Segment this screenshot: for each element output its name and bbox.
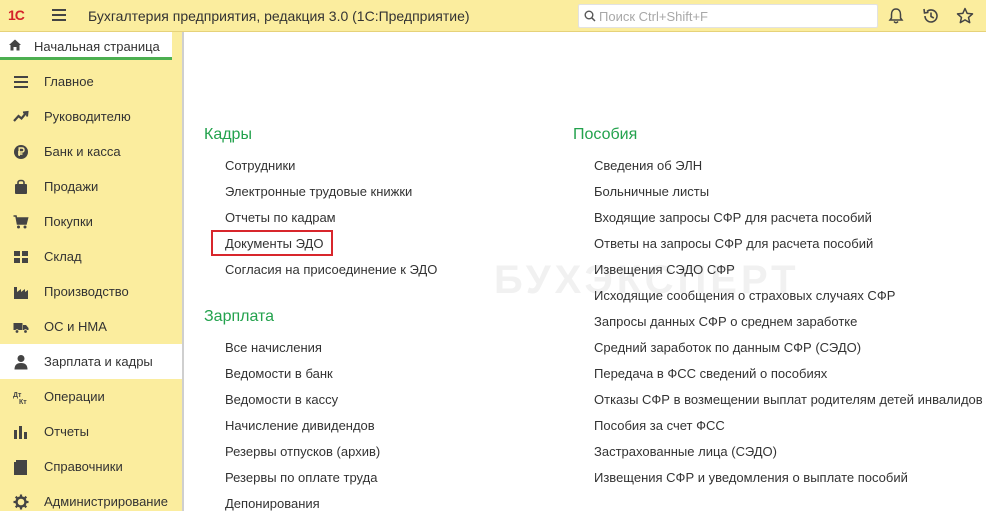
- sidebar-item-fixed-assets[interactable]: ОС и НМА: [0, 309, 182, 344]
- sidebar-item-director[interactable]: Руководителю: [0, 99, 182, 134]
- ruble-icon: [14, 145, 28, 159]
- main-content: БУХЭКСПЕРТ Кадры Сотрудники Электронные …: [184, 32, 986, 511]
- link-bank-statements[interactable]: Ведомости в банк: [225, 366, 333, 381]
- sidebar-item-label: Продажи: [44, 179, 99, 194]
- link-fss-benefits-transfer[interactable]: Передача в ФСС сведений о пособиях: [594, 366, 827, 381]
- sidebar-item-label: ОС и НМА: [44, 319, 107, 334]
- history-icon[interactable]: [921, 6, 941, 26]
- gear-icon: [13, 494, 29, 510]
- search-input[interactable]: [599, 7, 869, 25]
- sidebar-item-purchases[interactable]: Покупки: [0, 204, 182, 239]
- sidebar-item-reports[interactable]: Отчеты: [0, 414, 182, 449]
- warehouse-icon: [14, 251, 28, 263]
- sidebar-item-label: Зарплата и кадры: [44, 354, 153, 369]
- link-all-accruals[interactable]: Все начисления: [225, 340, 322, 355]
- sidebar-item-salary-hr[interactable]: Зарплата и кадры: [0, 344, 182, 379]
- trend-icon: [13, 110, 29, 122]
- link-payroll-reserves[interactable]: Резервы по оплате труда: [225, 470, 377, 485]
- link-insured-persons[interactable]: Застрахованные лица (СЭДО): [594, 444, 777, 459]
- bag-icon: [15, 179, 27, 194]
- link-sfr-refusals[interactable]: Отказы СФР в возмещении выплат родителям…: [594, 392, 983, 407]
- star-icon[interactable]: [955, 6, 975, 26]
- sidebar-item-catalogs[interactable]: Справочники: [0, 449, 182, 484]
- cart-icon: [13, 215, 29, 229]
- search-icon: [584, 10, 596, 22]
- sidebar-item-label: Руководителю: [44, 109, 131, 124]
- sidebar-item-label: Администрирование: [44, 494, 168, 509]
- truck-icon: [13, 323, 29, 334]
- link-sfr-notifications[interactable]: Извещения СФР и уведомления о выплате по…: [594, 470, 908, 485]
- link-average-earnings-sedo[interactable]: Средний заработок по данным СФР (СЭДО): [594, 340, 861, 355]
- menu-lines-icon: [14, 76, 28, 88]
- svg-text:Кт: Кт: [19, 399, 27, 405]
- tab-home-label: Начальная страница: [34, 39, 160, 54]
- link-average-earnings-requests[interactable]: Запросы данных СФР о среднем заработке: [594, 314, 857, 329]
- link-cash-statements[interactable]: Ведомости в кассу: [225, 392, 338, 407]
- sidebar-item-administration[interactable]: Администрирование: [0, 484, 182, 511]
- link-dividends[interactable]: Начисление дивидендов: [225, 418, 375, 433]
- home-icon: [9, 39, 21, 51]
- section-title-kadry: Кадры: [204, 126, 252, 143]
- sidebar-item-label: Покупки: [44, 214, 93, 229]
- person-icon: [14, 355, 28, 370]
- link-hr-reports[interactable]: Отчеты по кадрам: [225, 210, 336, 225]
- link-fss-benefits[interactable]: Пособия за счет ФСС: [594, 418, 725, 433]
- link-electronic-work-books[interactable]: Электронные трудовые книжки: [225, 184, 412, 199]
- sidebar-item-label: Банк и касса: [44, 144, 121, 159]
- link-incoming-sfr-requests[interactable]: Входящие запросы СФР для расчета пособий: [594, 210, 872, 225]
- app-title: Бухгалтерия предприятия, редакция 3.0 (1…: [88, 8, 470, 24]
- main-menu-icon[interactable]: [52, 9, 66, 21]
- app-logo[interactable]: 1С: [8, 7, 25, 23]
- sidebar-item-label: Производство: [44, 284, 129, 299]
- link-employees[interactable]: Сотрудники: [225, 158, 295, 173]
- sidebar-item-sales[interactable]: Продажи: [0, 169, 182, 204]
- sidebar-item-label: Отчеты: [44, 424, 89, 439]
- tab-home[interactable]: Начальная страница: [0, 32, 172, 60]
- sidebar-item-label: Главное: [44, 74, 94, 89]
- sidebar-item-label: Операции: [44, 389, 105, 404]
- factory-icon: [14, 287, 28, 299]
- link-eln-info[interactable]: Сведения об ЭЛН: [594, 158, 702, 173]
- search-box[interactable]: [578, 4, 878, 28]
- sidebar: Главное Руководителю Банк и касса Продаж…: [0, 60, 182, 511]
- svg-text:Дт: Дт: [13, 392, 22, 399]
- bell-icon[interactable]: [886, 6, 906, 26]
- sidebar-item-label: Справочники: [44, 459, 123, 474]
- section-title-posobiya: Пособия: [573, 126, 638, 143]
- sidebar-item-label: Склад: [44, 249, 82, 264]
- link-sick-leaves[interactable]: Больничные листы: [594, 184, 709, 199]
- link-outgoing-insurance-messages[interactable]: Исходящие сообщения о страховых случаях …: [594, 288, 895, 303]
- link-vacation-reserves[interactable]: Резервы отпусков (архив): [225, 444, 380, 459]
- link-sfr-request-answers[interactable]: Ответы на запросы СФР для расчета пособи…: [594, 236, 873, 251]
- sidebar-item-bank[interactable]: Банк и касса: [0, 134, 182, 169]
- link-edo-consents[interactable]: Согласия на присоединение к ЭДО: [225, 262, 437, 277]
- sidebar-item-warehouse[interactable]: Склад: [0, 239, 182, 274]
- sidebar-item-operations[interactable]: Дт Кт Операции: [0, 379, 182, 414]
- sidebar-item-main[interactable]: Главное: [0, 64, 182, 99]
- section-title-zarplata: Зарплата: [204, 308, 275, 325]
- bar-chart-icon: [14, 426, 27, 439]
- top-bar: 1С Бухгалтерия предприятия, редакция 3.0…: [0, 0, 986, 32]
- highlight-frame: [211, 230, 333, 256]
- dt-kt-icon: ДтКт: [13, 392, 27, 405]
- link-sedo-notices[interactable]: Извещения СЭДО СФР: [594, 262, 735, 277]
- book-icon: [14, 460, 27, 475]
- sidebar-item-production[interactable]: Производство: [0, 274, 182, 309]
- link-depositing[interactable]: Депонирования: [225, 496, 320, 511]
